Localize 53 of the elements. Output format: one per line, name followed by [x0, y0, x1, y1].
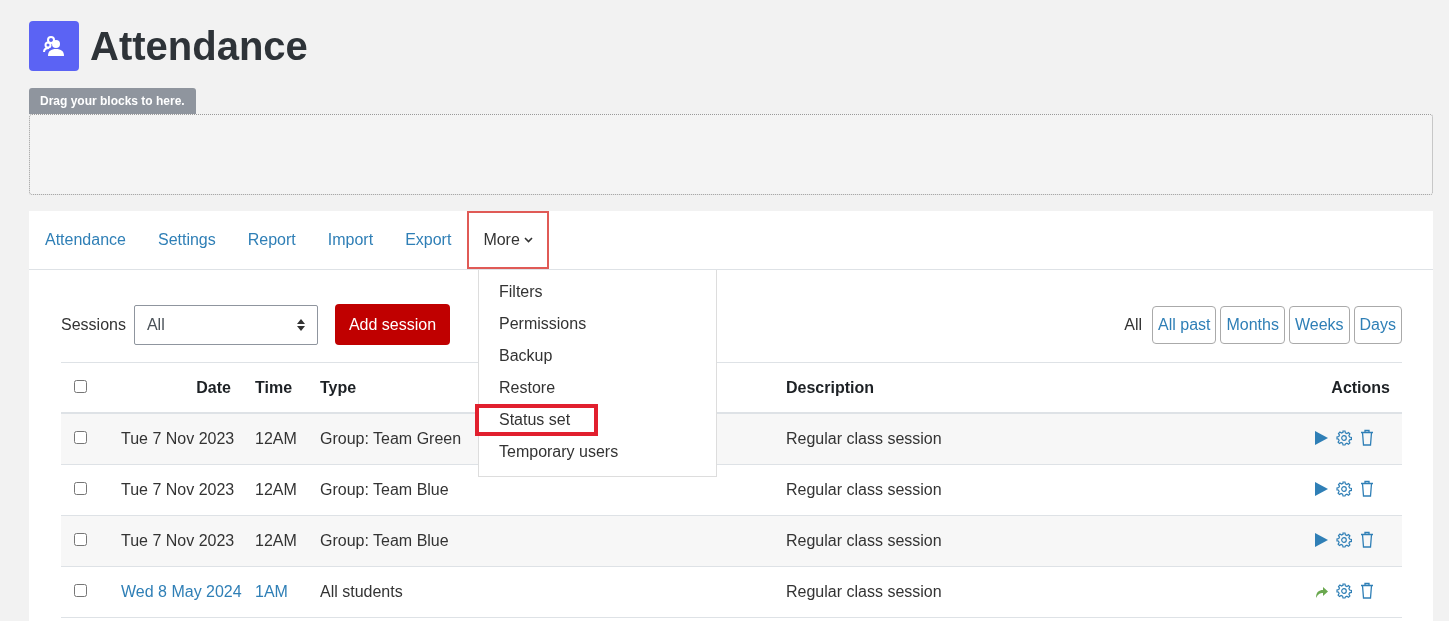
- table-cell: Group: Team Blue: [308, 515, 774, 567]
- table-cell: 12AM: [243, 464, 308, 516]
- settings-icon[interactable]: [1336, 531, 1352, 548]
- date-link[interactable]: Wed 8 May 2024: [109, 566, 243, 618]
- delete-icon[interactable]: [1360, 531, 1374, 549]
- table-cell: Tue 7 Nov 2023: [109, 413, 243, 465]
- delete-icon[interactable]: [1360, 582, 1374, 600]
- menu-item[interactable]: Permissions: [479, 308, 716, 340]
- table-cell: Tue 7 Nov 2023: [109, 515, 243, 567]
- page-title: Attendance: [90, 23, 308, 69]
- table-cell: Tue 7 Nov 2023: [109, 464, 243, 516]
- table-cell: Regular class session: [774, 515, 1088, 567]
- sort-caret-icon: [296, 318, 305, 331]
- table-cell: Regular class session: [774, 566, 1088, 618]
- settings-icon[interactable]: [1336, 582, 1352, 599]
- period-button[interactable]: Weeks: [1288, 305, 1350, 344]
- period-button[interactable]: Months: [1220, 305, 1285, 344]
- menu-item[interactable]: Restore: [479, 372, 716, 404]
- table-cell: All students: [308, 566, 774, 618]
- menu-item[interactable]: Filters: [479, 276, 716, 308]
- table-cell: 12AM: [243, 515, 308, 567]
- select-all-checkbox[interactable]: [74, 379, 87, 393]
- settings-icon[interactable]: [1336, 480, 1352, 497]
- nav-tab[interactable]: More: [467, 211, 549, 269]
- time-link[interactable]: 1AM: [243, 566, 308, 618]
- row-checkbox[interactable]: [74, 431, 87, 444]
- nav-tab[interactable]: Attendance: [29, 211, 142, 269]
- play-icon[interactable]: [1314, 481, 1328, 496]
- attendance-logo-icon: [29, 21, 79, 71]
- nav-tab[interactable]: Report: [231, 211, 312, 269]
- row-checkbox[interactable]: [74, 533, 87, 546]
- delete-icon[interactable]: [1360, 429, 1374, 447]
- table-cell: Regular class session: [774, 413, 1088, 465]
- row-checkbox[interactable]: [74, 482, 87, 495]
- period-button[interactable]: All past: [1152, 305, 1217, 344]
- caret-icon: [523, 237, 533, 243]
- drag-blocks-label: Drag your blocks to here.: [29, 88, 196, 114]
- nav-tab[interactable]: Export: [389, 211, 468, 269]
- delete-icon[interactable]: [1360, 480, 1374, 498]
- row-checkbox[interactable]: [74, 584, 87, 597]
- nav-tab[interactable]: Settings: [141, 211, 232, 269]
- table-cell: 12AM: [243, 413, 308, 465]
- play-icon[interactable]: [1314, 430, 1328, 445]
- table-cell: Group: Team Blue: [308, 464, 774, 516]
- sessions-select[interactable]: All: [133, 304, 318, 345]
- play-icon[interactable]: [1314, 532, 1328, 547]
- period-button[interactable]: Days: [1353, 305, 1402, 344]
- add-session-button[interactable]: Add session: [334, 304, 451, 345]
- settings-icon[interactable]: [1336, 429, 1352, 446]
- nav-tab[interactable]: Import: [311, 211, 390, 269]
- period-label: All: [1124, 315, 1142, 334]
- table-cell: Regular class session: [774, 464, 1088, 516]
- sessions-label: Sessions: [61, 315, 126, 334]
